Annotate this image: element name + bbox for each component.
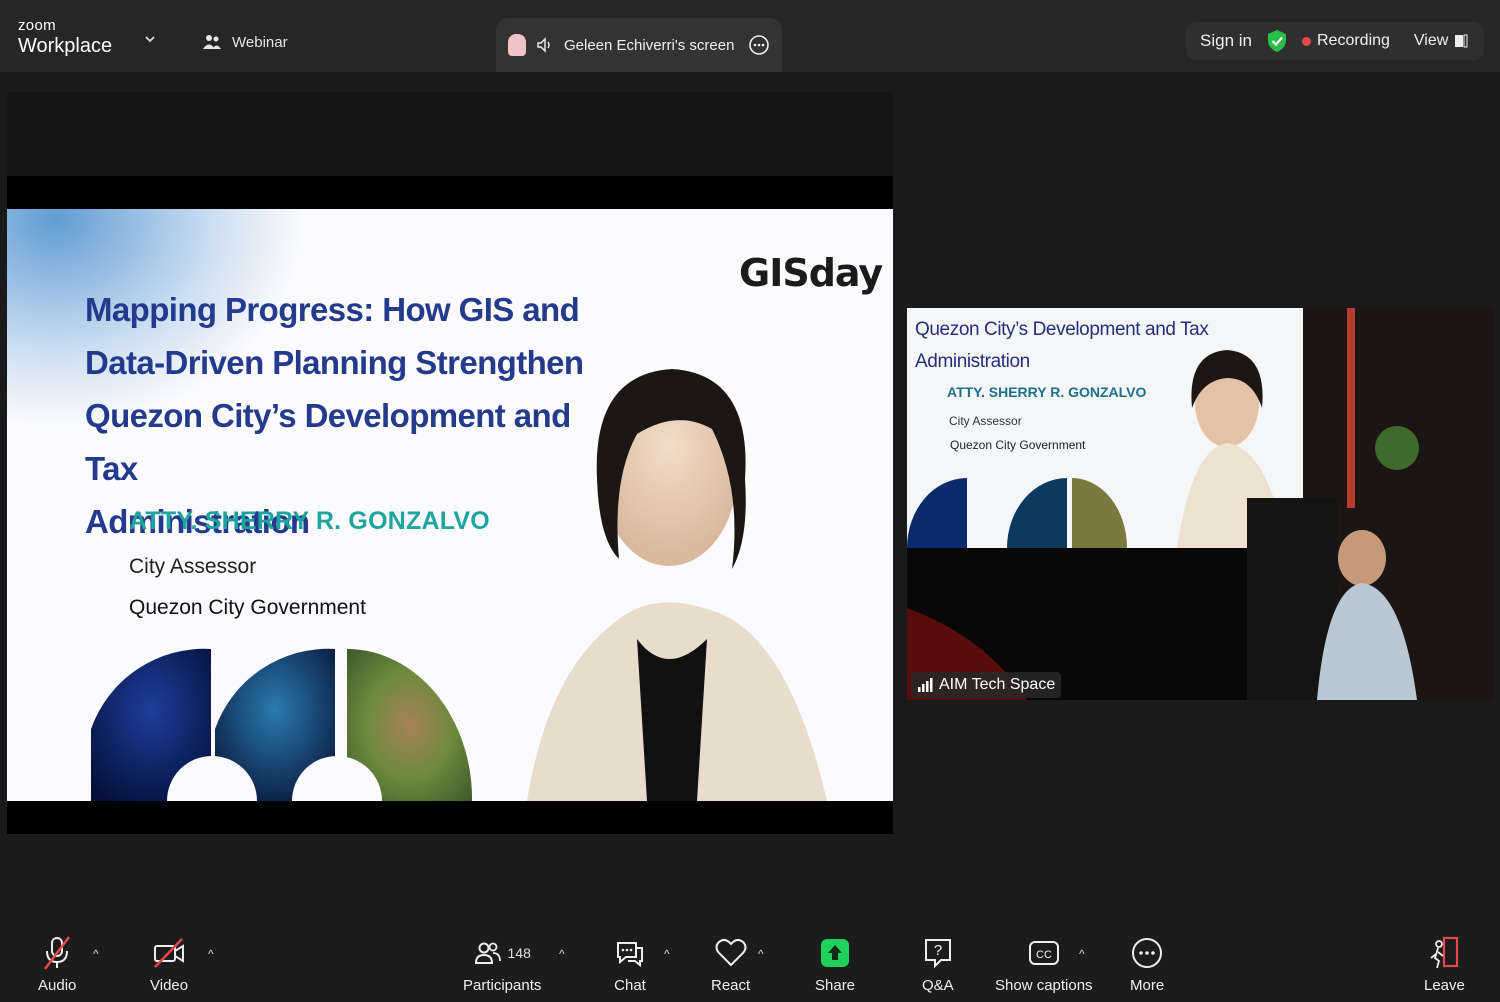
participant-name: AIM Tech Space: [939, 676, 1056, 693]
presenter-avatar: [508, 34, 526, 56]
svg-text:?: ?: [934, 942, 942, 959]
top-right-controls: Sign in Recording View: [1186, 22, 1484, 60]
more-icon: [1132, 938, 1163, 968]
participants-caret-icon[interactable]: ^: [559, 947, 565, 961]
brand-large: Workplace: [18, 35, 113, 57]
more-button[interactable]: More: [1130, 933, 1164, 994]
brand-small: zoom: [18, 17, 56, 34]
top-bar: zoom Workplace Webinar Geleen Echiverri'…: [0, 0, 1500, 72]
audio-button[interactable]: Audio: [38, 933, 76, 994]
recording-label: Recording: [1316, 32, 1390, 49]
video-label: Video: [150, 977, 189, 994]
chat-icon: [617, 942, 643, 968]
qa-label: Q&A: [922, 977, 954, 994]
video-caret-icon[interactable]: ^: [208, 947, 214, 961]
sign-in-button[interactable]: Sign in: [1200, 31, 1252, 51]
letterbox-bottom: [7, 801, 893, 834]
video-button[interactable]: Video: [150, 933, 188, 994]
question-answer-icon: ?: [924, 939, 951, 969]
microphone-muted-icon: [44, 936, 71, 970]
participant-video-tile[interactable]: Quezon City’s Development and Tax Admini…: [907, 308, 1493, 700]
more-options-icon[interactable]: [748, 34, 770, 56]
signal-bars-icon: [918, 678, 933, 692]
chat-button[interactable]: Chat: [614, 933, 646, 994]
letterbox-top: [7, 176, 893, 209]
video-camera-off-icon: [154, 938, 185, 968]
share-screen-icon: [821, 939, 850, 967]
audio-caret-icon[interactable]: ^: [93, 947, 99, 961]
chat-caret-icon[interactable]: ^: [664, 947, 670, 961]
leave-label: Leave: [1424, 977, 1465, 994]
participants-label: Participants: [463, 977, 542, 994]
view-button[interactable]: View: [1414, 32, 1468, 50]
share-label: Geleen Echiverri's screen: [564, 36, 735, 54]
screen-share-indicator[interactable]: Geleen Echiverri's screen: [496, 18, 782, 72]
leave-button[interactable]: Leave: [1424, 933, 1465, 994]
recording-indicator[interactable]: Recording: [1301, 32, 1390, 50]
decorative-arcs-graphic: [91, 369, 827, 801]
chevron-down-icon[interactable]: [143, 32, 157, 46]
meeting-toolbar: Audio ^ Video ^ 148 Participants ^ Chat …: [0, 921, 1500, 1002]
heart-icon: [715, 938, 747, 967]
shield-check-icon[interactable]: [1266, 29, 1288, 53]
zoom-workplace-logo: zoom Workplace: [18, 18, 112, 58]
chat-label: Chat: [614, 977, 646, 994]
room-scene: [907, 308, 1493, 700]
more-label: More: [1130, 977, 1165, 994]
participants-icon: [474, 942, 501, 964]
share-label: Share: [815, 977, 856, 994]
closed-captions-icon: CC: [1028, 941, 1059, 965]
webinar-indicator[interactable]: Webinar: [202, 32, 288, 52]
share-button[interactable]: Share: [815, 933, 855, 994]
record-dot-icon: [1301, 36, 1311, 46]
show-captions-button[interactable]: CC Show captions: [995, 933, 1093, 994]
presentation-slide: GISday Mapping Progress: How GIS and Dat…: [7, 209, 893, 801]
captions-label: Show captions: [995, 977, 1093, 994]
qa-button[interactable]: ? Q&A: [922, 933, 954, 994]
speaker-icon: [537, 37, 550, 53]
participants-count: 148: [507, 945, 531, 961]
captions-caret-icon[interactable]: ^: [1079, 947, 1085, 961]
react-label: React: [711, 977, 751, 994]
react-caret-icon[interactable]: ^: [758, 947, 764, 961]
participant-name-label: AIM Tech Space: [911, 672, 1062, 698]
leave-door-icon: [1430, 936, 1459, 969]
webinar-label: Webinar: [232, 33, 288, 51]
participants-button[interactable]: 148 Participants: [463, 933, 541, 994]
people-icon: [203, 35, 221, 49]
svg-text:CC: CC: [1036, 949, 1052, 961]
view-layout-icon: [1455, 34, 1468, 48]
audio-label: Audio: [38, 977, 77, 994]
view-label: View: [1413, 32, 1449, 49]
react-button[interactable]: React: [711, 933, 750, 994]
